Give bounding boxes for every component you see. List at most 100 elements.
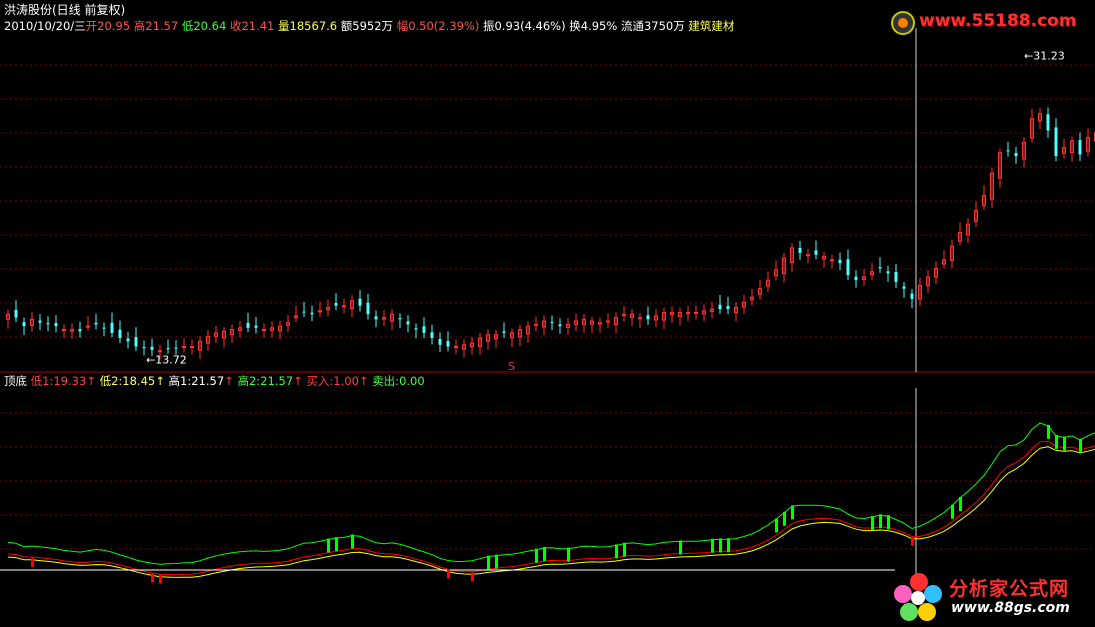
- candle-body-up: [454, 346, 458, 348]
- indicator-name: 顶底: [4, 374, 27, 388]
- high-value: 21.57: [145, 19, 179, 33]
- candle-body-down: [646, 315, 650, 320]
- high-signal-bar: [959, 496, 962, 511]
- high1-arrow: ↑: [224, 374, 234, 388]
- site-logo-top[interactable]: www.55188.com: [889, 8, 1089, 38]
- low2-arrow: ↑: [155, 374, 165, 388]
- candle-body-down: [22, 322, 26, 327]
- low1-value: 19.33: [53, 374, 87, 388]
- sell-label: 卖出:: [372, 374, 400, 388]
- amount-label: 额: [340, 19, 353, 33]
- candle-body-up: [158, 350, 162, 353]
- candle-body-down: [302, 311, 306, 313]
- candle-body-down: [894, 271, 898, 282]
- site-url-top: www.55188.com: [919, 11, 1077, 31]
- high-signal-bar: [711, 538, 714, 553]
- high-signal-bar: [727, 538, 730, 553]
- candle-body-down: [46, 323, 50, 325]
- candle-body-down: [838, 259, 842, 264]
- candle-body-down: [502, 331, 506, 333]
- site-url-bottom: www.88gs.com: [951, 600, 1070, 616]
- quote-date: 2010/10/20/三: [4, 19, 86, 33]
- amount-value: 5952万: [352, 19, 394, 33]
- candle-body-down: [246, 322, 250, 328]
- candle-body-down: [558, 324, 562, 327]
- low-value: 20.64: [193, 19, 227, 33]
- low-signal-bar: [911, 536, 914, 546]
- high2-value: 21.57: [260, 374, 294, 388]
- float-label: 流通: [620, 19, 644, 33]
- candle-body-down: [174, 347, 178, 349]
- candle-body-down: [310, 312, 314, 315]
- candle-body-down: [126, 338, 130, 342]
- candle-body-up: [182, 346, 186, 348]
- candle-body-down: [358, 298, 362, 306]
- high-signal-bar: [543, 546, 546, 561]
- candle-body-up: [86, 325, 90, 328]
- high-signal-bar: [1047, 424, 1050, 439]
- low1-line: [7, 440, 1095, 576]
- candle-body-up: [318, 310, 322, 313]
- candle-body-down: [550, 322, 554, 324]
- chart-window: ←13.72 ←31.23 S 洪涛股份(日线 前复权) 2010/10/20/三开…: [0, 0, 1095, 627]
- candle-body-down: [14, 309, 18, 318]
- low2-value: 18.45: [122, 374, 156, 388]
- candle-body-down: [102, 327, 106, 329]
- high-line: [7, 422, 1095, 565]
- candle-body-down: [142, 347, 146, 349]
- candle-body-down: [430, 332, 434, 338]
- buy-label: 买入:: [306, 374, 334, 388]
- candle-body-down: [134, 337, 138, 347]
- candle-body-down: [78, 329, 82, 332]
- high1-label: 高1:: [168, 374, 192, 388]
- high-signal-bar: [351, 534, 354, 549]
- candle-body-down: [854, 276, 858, 281]
- high-signal-bar: [567, 547, 570, 562]
- candle-body-down: [1054, 127, 1058, 157]
- low-signal-bar: [159, 574, 162, 584]
- candle-body-down: [1046, 114, 1050, 131]
- high-signal-bar: [1063, 436, 1066, 451]
- site-title-bottom: 分析家公式网: [949, 578, 1070, 600]
- high-signal-bar: [1055, 434, 1058, 449]
- high-signal-bar: [615, 544, 618, 559]
- candle-body-down: [54, 323, 58, 327]
- candle-body-up: [262, 329, 266, 331]
- indicator-header: 顶底 低1:19.33↑ 低2:18.45↑ 高1:21.57↑ 高2:21.5…: [4, 374, 425, 388]
- high-signal-bar: [535, 548, 538, 563]
- high-signal-bar: [887, 515, 890, 530]
- candle-body-down: [718, 304, 722, 310]
- buy-value: 1.00: [333, 374, 359, 388]
- high-signal-bar: [879, 514, 882, 529]
- high-signal-bar: [791, 505, 794, 520]
- candle-body-down: [1014, 152, 1018, 157]
- candle-body-down: [886, 271, 890, 274]
- high-signal-bar: [495, 554, 498, 569]
- candle-body-up: [606, 320, 610, 323]
- candle-body-down: [446, 340, 450, 347]
- site-logo-bottom[interactable]: 分析家公式网 www.88gs.com: [891, 570, 1091, 626]
- high-signal-bar: [775, 518, 778, 533]
- candle-body-down: [254, 325, 258, 328]
- candle-body-up: [534, 323, 538, 326]
- candle-body-down: [118, 329, 122, 338]
- high1-value: 21.57: [191, 374, 225, 388]
- candle-body-down: [1078, 140, 1082, 155]
- high-signal-bar: [487, 555, 490, 570]
- close-label: 收: [229, 19, 242, 33]
- high-signal-bar: [871, 516, 874, 531]
- low-signal-bar: [151, 573, 154, 583]
- high-signal-bar: [951, 504, 954, 519]
- high2-arrow: ↑: [293, 374, 303, 388]
- chart-canvas[interactable]: ←13.72 ←31.23 S: [0, 0, 1095, 627]
- high-signal-bar: [719, 538, 722, 553]
- candle-body-down: [422, 326, 426, 333]
- candle-body-down: [374, 316, 378, 320]
- candle-body-down: [414, 328, 418, 330]
- amplitude-value: 0.93(4.46%): [494, 19, 566, 33]
- swirl-icon-core: [898, 18, 908, 28]
- candle-body-up: [694, 312, 698, 314]
- low-signal-bar: [471, 572, 474, 582]
- high-signal-bar: [623, 542, 626, 557]
- high-signal-bar: [335, 537, 338, 552]
